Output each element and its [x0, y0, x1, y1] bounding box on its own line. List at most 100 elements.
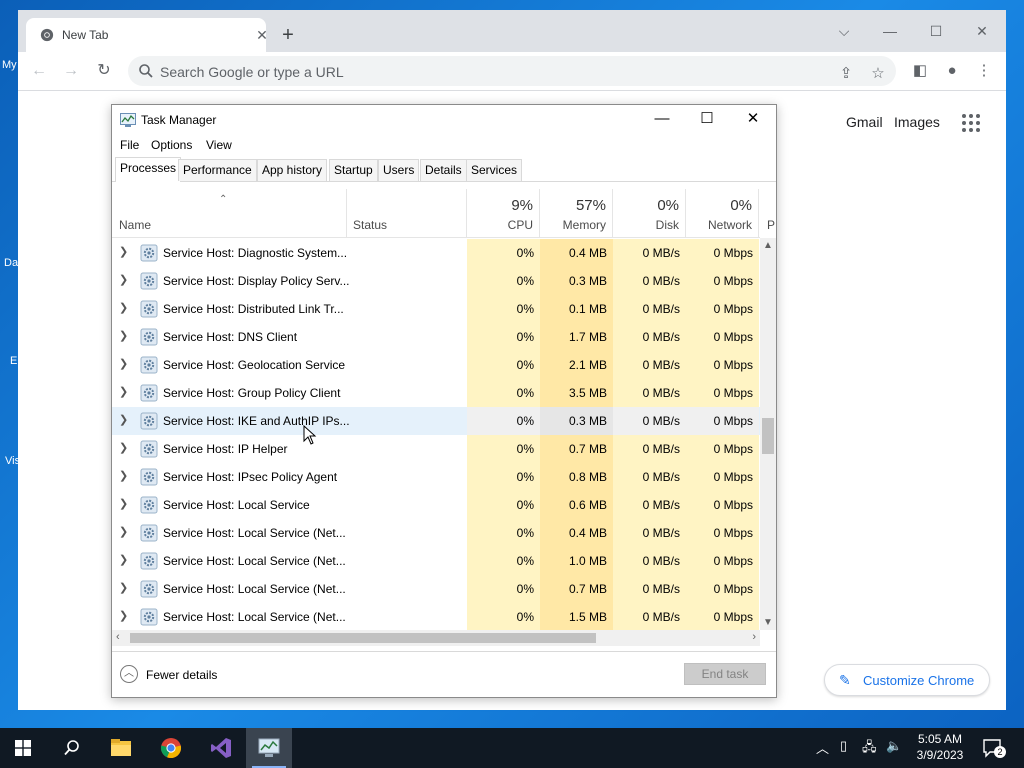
chrome-tab-new-tab[interactable]: New Tab ✕: [26, 18, 268, 52]
column-name[interactable]: ⌃ Name: [112, 189, 347, 237]
side-panel-icon[interactable]: ◧: [910, 61, 930, 81]
memory-cell: 2.1 MB: [540, 351, 613, 379]
scroll-right-icon[interactable]: ›: [752, 631, 756, 643]
maximize-icon[interactable]: ☐: [684, 105, 730, 135]
vertical-scrollbar[interactable]: ▲ ▼: [760, 238, 776, 630]
expand-chevron-icon[interactable]: ❯: [119, 581, 131, 595]
expand-chevron-icon[interactable]: ❯: [119, 245, 131, 259]
desktop-icon-label[interactable]: Da: [4, 257, 18, 269]
column-cpu[interactable]: 9% CPU: [467, 189, 540, 237]
network-total: 0%: [730, 197, 752, 214]
tab-close-icon[interactable]: ✕: [252, 25, 272, 45]
bookmark-star-icon[interactable]: ☆: [868, 64, 888, 84]
tab-app-history[interactable]: App history: [257, 159, 328, 181]
expand-chevron-icon[interactable]: ❯: [119, 385, 131, 399]
table-row[interactable]: ❯ Service Host: Local Service (Net... 0% 1.…: [112, 603, 760, 630]
expand-chevron-icon[interactable]: ❯: [119, 553, 131, 567]
expand-chevron-icon[interactable]: ❯: [119, 329, 131, 343]
maximize-icon[interactable]: ☐: [916, 18, 956, 44]
expand-chevron-icon[interactable]: ❯: [119, 469, 131, 483]
notification-button[interactable]: 2: [982, 738, 1006, 758]
taskbar-task-manager[interactable]: [246, 728, 292, 768]
taskbar-visual-studio[interactable]: [198, 728, 244, 768]
scroll-thumb[interactable]: [130, 633, 596, 643]
customize-chrome-button[interactable]: ✎ Customize Chrome: [824, 664, 990, 696]
expand-chevron-icon[interactable]: ❯: [119, 497, 131, 511]
taskbar-chrome[interactable]: [148, 728, 194, 768]
tab-startup[interactable]: Startup: [329, 159, 378, 181]
images-link[interactable]: Images: [894, 114, 940, 130]
tab-details[interactable]: Details: [420, 159, 467, 181]
column-disk[interactable]: 0% Disk: [613, 189, 686, 237]
scroll-down-icon[interactable]: ▼: [763, 617, 773, 628]
table-row[interactable]: ❯ Service Host: Diagnostic System... 0% 0.4…: [112, 239, 760, 267]
menu-options[interactable]: Options: [151, 138, 192, 152]
table-row[interactable]: ❯ Service Host: Group Policy Client 0% 3.5 …: [112, 379, 760, 407]
scroll-left-icon[interactable]: ‹: [116, 631, 120, 643]
expand-chevron-icon[interactable]: ❯: [119, 441, 131, 455]
profile-avatar-icon[interactable]: ●: [942, 61, 962, 81]
column-status[interactable]: Status: [347, 189, 467, 237]
tab-processes[interactable]: Processes: [115, 157, 182, 182]
table-row[interactable]: ❯ Service Host: Display Policy Serv... 0% 0…: [112, 267, 760, 295]
tab-users[interactable]: Users: [378, 159, 420, 181]
tab-performance[interactable]: Performance: [178, 159, 257, 181]
back-arrow-icon[interactable]: ←: [28, 60, 50, 82]
network-cell: 0 Mbps: [686, 491, 759, 519]
minimize-icon[interactable]: —: [870, 18, 910, 44]
search-button[interactable]: [48, 728, 94, 768]
table-row[interactable]: ❯ Service Host: Local Service 0% 0.6 MB 0 MB…: [112, 491, 760, 519]
cpu-cell: 0%: [467, 519, 540, 547]
tray-chevron-up-icon[interactable]: ︿: [816, 738, 829, 757]
table-row[interactable]: ❯ Service Host: DNS Client 0% 1.7 MB 0 MB/s 0…: [112, 323, 760, 351]
menu-view[interactable]: View: [206, 138, 232, 152]
column-power-partial[interactable]: P: [767, 218, 775, 232]
table-row[interactable]: ❯ Service Host: Local Service (Net... 0% 0.…: [112, 575, 760, 603]
forward-arrow-icon[interactable]: →: [60, 60, 82, 82]
expand-chevron-icon[interactable]: ❯: [119, 525, 131, 539]
more-menu-icon[interactable]: ⋮: [974, 61, 994, 81]
end-task-button[interactable]: End task: [684, 663, 766, 685]
taskbar-file-explorer[interactable]: [98, 728, 144, 768]
taskbar-clock[interactable]: 5:05 AM 3/9/2023: [904, 731, 976, 763]
minimize-icon[interactable]: —: [639, 105, 685, 135]
expand-chevron-icon[interactable]: ❯: [119, 357, 131, 371]
column-memory[interactable]: 57% Memory: [540, 189, 613, 237]
expand-chevron-icon[interactable]: ❯: [119, 413, 131, 427]
reload-icon[interactable]: ↻: [93, 60, 115, 82]
start-button[interactable]: [0, 728, 46, 768]
omnibox[interactable]: Search Google or type a URL ⇪ ☆: [128, 56, 896, 86]
google-apps-icon[interactable]: [962, 114, 982, 134]
scroll-up-icon[interactable]: ▲: [763, 240, 773, 251]
table-row[interactable]: ❯ Service Host: Local Service (Net... 0% 0.…: [112, 519, 760, 547]
close-window-icon[interactable]: ✕: [962, 18, 1002, 44]
desktop-icon-label[interactable]: My: [2, 59, 17, 71]
network-icon[interactable]: 🖧: [862, 738, 877, 760]
tray-device-icon[interactable]: ▯: [840, 738, 847, 754]
menu-file[interactable]: File: [120, 138, 139, 152]
table-row[interactable]: ❯ Service Host: Distributed Link Tr... 0% 0…: [112, 295, 760, 323]
scroll-thumb[interactable]: [762, 418, 774, 454]
expand-chevron-icon[interactable]: ❯: [119, 609, 131, 623]
expand-chevron-icon[interactable]: ❯: [119, 273, 131, 287]
close-icon[interactable]: ✕: [730, 105, 776, 135]
title-bar[interactable]: Task Manager — ☐ ✕: [112, 105, 776, 135]
window-title: Task Manager: [141, 113, 217, 127]
gmail-link[interactable]: Gmail: [846, 114, 883, 130]
tab-search-chevron-icon[interactable]: ⌵: [824, 18, 864, 44]
table-row[interactable]: ❯ Service Host: Local Service (Net... 0% 1.…: [112, 547, 760, 575]
new-tab-button[interactable]: +: [276, 24, 300, 48]
table-row[interactable]: ❯ Service Host: Geolocation Service 0% 2.1 …: [112, 351, 760, 379]
fewer-details-link[interactable]: Fewer details: [146, 668, 217, 682]
table-row[interactable]: ❯ Service Host: IPsec Policy Agent 0% 0.8 M…: [112, 463, 760, 491]
table-row[interactable]: ❯ Service Host: IKE and AuthIP IPs... 0% 0.…: [112, 407, 760, 435]
tab-services[interactable]: Services: [466, 159, 523, 181]
share-icon[interactable]: ⇪: [836, 64, 856, 84]
desktop-icon-label[interactable]: E: [10, 355, 17, 367]
table-row[interactable]: ❯ Service Host: IP Helper 0% 0.7 MB 0 MB/s 0 …: [112, 435, 760, 463]
volume-icon[interactable]: 🔈: [886, 738, 902, 754]
column-network[interactable]: 0% Network: [686, 189, 759, 237]
chevron-up-icon[interactable]: ︿: [120, 665, 138, 683]
expand-chevron-icon[interactable]: ❯: [119, 301, 131, 315]
horizontal-scrollbar[interactable]: ‹ ›: [112, 630, 760, 646]
